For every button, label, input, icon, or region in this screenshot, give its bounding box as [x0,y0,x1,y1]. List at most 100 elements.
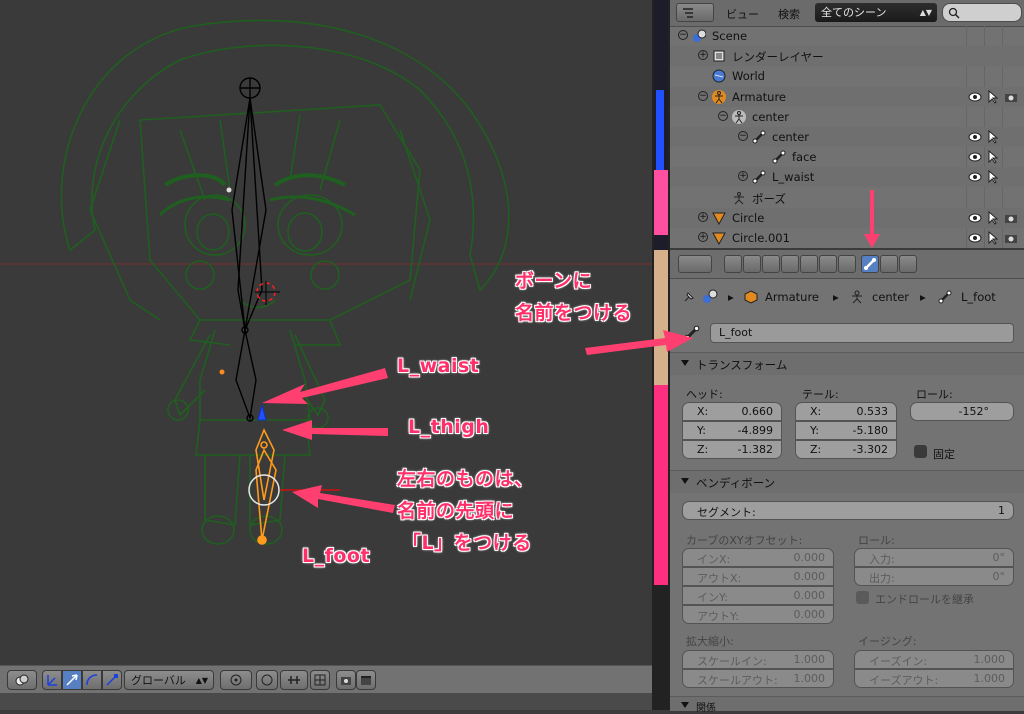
updown-icon: ▲▼ [919,8,932,17]
outliner-item-label: World [732,69,765,84]
transform-orientation-select[interactable]: グローバル ▲▼ [124,670,214,690]
camera-icon[interactable] [1004,231,1018,245]
expand-toggle-icon[interactable]: + [738,171,748,182]
bone-name-input[interactable]: L_foot [710,323,1014,343]
roll-in-field[interactable]: 入力: 0° [854,548,1014,567]
eye-icon[interactable] [968,130,982,144]
ease-out-field[interactable]: イーズアウト: 1.000 [854,669,1014,688]
translate-manipulator[interactable] [62,670,82,690]
editor-type-button[interactable] [678,255,712,273]
outliner-item-label: center [752,109,789,124]
eye-icon[interactable] [968,170,982,184]
scale-manipulator[interactable] [102,670,122,690]
eye-icon[interactable] [968,90,982,104]
curve-out-x-field[interactable]: アウトX: 0.000 [682,567,834,586]
tab-armature[interactable] [838,255,856,273]
outliner-item-bone-l-waist[interactable]: + L_waist [670,167,1024,188]
snap-toggle[interactable] [310,670,330,690]
outliner-item-render-layers[interactable]: + レンダーレイヤー [670,46,1024,67]
outliner-item-world[interactable]: World [670,66,1024,86]
outliner-item-armature[interactable]: − Armature [670,86,1024,107]
scale-in-field[interactable]: スケールイン: 1.000 [682,650,834,669]
tab-render[interactable] [724,255,742,273]
curve-in-x-field[interactable]: インX: 0.000 [682,548,834,567]
outliner-item-bone-center[interactable]: − center [670,127,1024,147]
eye-icon[interactable] [968,231,982,245]
expand-toggle-icon[interactable]: + [698,211,708,222]
snap-element-select[interactable] [280,670,308,690]
lock-checkbox[interactable] [914,445,927,458]
head-y-field[interactable]: Y: -4.899 [682,421,782,440]
tail-z-field[interactable]: Z: -3.302 [795,440,897,459]
tab-world[interactable] [781,255,799,273]
tab-bone[interactable] [861,255,879,273]
outliner-item-bone-face[interactable]: face [670,147,1024,167]
light-dot [226,187,232,193]
editor-type-button[interactable] [676,3,714,22]
pivot-point-select[interactable] [220,670,252,690]
cursor-icon[interactable] [986,170,1000,185]
tab-constraints[interactable] [819,255,837,273]
expand-toggle-icon[interactable]: + [698,232,708,242]
render-still-button[interactable] [336,670,356,690]
curve-out-y-field[interactable]: アウトY: 0.000 [682,605,834,624]
bendy-bones-panel-header[interactable]: ベンディボーン [670,470,1024,493]
tail-y-field[interactable]: Y: -5.180 [795,421,897,440]
menu-search[interactable]: 検索 [778,6,800,22]
rotate-manipulator[interactable] [82,670,102,690]
expand-toggle-icon[interactable]: − [738,131,748,141]
eye-icon[interactable] [968,150,982,164]
annotation-l-waist: L_waist [397,355,480,377]
scale-out-field[interactable]: スケールアウト: 1.000 [682,669,834,688]
outliner-search-input[interactable] [942,3,1022,22]
annotation-l-foot: L_foot [302,545,371,567]
ease-in-field[interactable]: イーズイン: 1.000 [854,650,1014,669]
cursor-icon[interactable] [986,210,1000,225]
cursor-icon[interactable] [986,150,1000,164]
interaction-mode-button[interactable] [7,670,37,690]
render-animation-button[interactable] [356,670,376,690]
3d-viewport[interactable]: L_waist L_thigh 左右のものは、 名前の先頭に 「L」をつける L… [0,0,652,665]
display-mode-select[interactable]: 全てのシーン ▲▼ [815,3,937,22]
roll-field[interactable]: -152° [910,402,1014,421]
transform-panel-header[interactable]: トランスフォーム [670,352,1024,375]
expand-toggle-icon[interactable]: + [698,50,708,61]
outliner-item-circle-001[interactable]: + Circle.001 [670,228,1024,248]
proportional-edit-button[interactable] [256,670,278,690]
manipulator-toggle[interactable] [42,670,62,690]
tab-render-layers[interactable] [743,255,761,273]
expand-toggle-icon[interactable]: − [718,110,728,121]
cursor-icon[interactable] [986,89,1000,104]
tab-object[interactable] [800,255,818,273]
head-z-field[interactable]: Z: -1.382 [682,440,782,459]
outliner-item-scene[interactable]: − Scene [670,26,1024,46]
inherit-end-roll-checkbox[interactable] [856,591,869,604]
camera-icon[interactable] [1004,90,1018,104]
camera-icon[interactable] [1004,211,1018,225]
updown-icon: ▲▼ [195,675,208,685]
outliner-item-armature-data-center[interactable]: − center [670,107,1024,127]
segments-field[interactable]: セグメント: 1 [682,501,1014,520]
tab-bone-constraints[interactable] [880,255,898,273]
outliner-item-pose[interactable]: ポーズ [670,188,1024,208]
tab-texture[interactable] [899,255,917,273]
head-x-field[interactable]: X: 0.660 [682,402,782,421]
bone-icon [864,258,876,270]
armature-object-icon [712,89,726,104]
curve-in-y-field[interactable]: インY: 0.000 [682,586,834,605]
cursor-icon[interactable] [986,231,1000,245]
eye-icon[interactable] [968,211,982,225]
pin-icon[interactable] [682,290,696,304]
cursor-icon[interactable] [986,130,1000,144]
grid-icon [314,674,326,686]
bendy-title: ベンディボーン [696,476,776,490]
expand-toggle-icon[interactable]: − [698,90,708,101]
tail-x-field[interactable]: X: 0.533 [795,402,897,421]
roll-out-field[interactable]: 出力: 0° [854,567,1014,586]
expand-toggle-icon[interactable]: − [678,30,688,40]
tab-scene[interactable] [762,255,780,273]
menu-view[interactable]: ビュー [726,6,759,22]
relations-panel-header[interactable]: 関係 [670,696,1024,714]
ring-icon [261,674,273,686]
outliner-item-circle[interactable]: + Circle [670,207,1024,228]
